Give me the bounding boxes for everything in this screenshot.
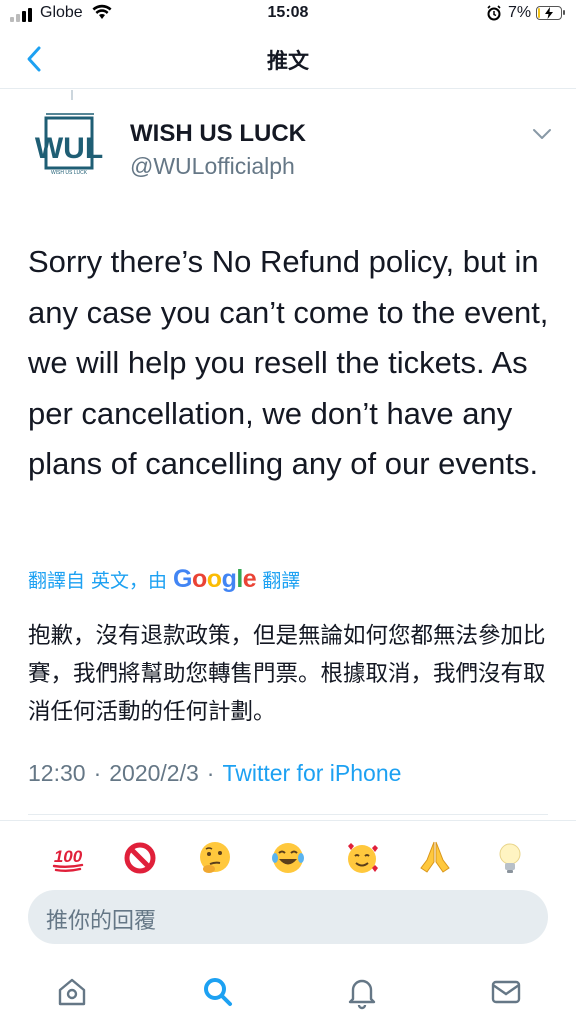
meta-separator: · xyxy=(93,760,102,786)
navigation-bar: 推文 xyxy=(0,30,576,89)
hundred-points-emoji[interactable]: 100 xyxy=(48,838,88,878)
battery-percentage: 7% xyxy=(508,4,532,21)
author-name[interactable]: WISH US LUCK xyxy=(130,120,306,148)
thread-connector xyxy=(71,90,73,100)
folded-hands-emoji[interactable] xyxy=(415,838,455,878)
translate-prefix: 翻譯自 英文，由 xyxy=(28,570,168,592)
quick-reactions: 100 xyxy=(0,838,576,878)
tweet-date: 2020/2/3 xyxy=(109,760,199,786)
home-icon[interactable] xyxy=(52,972,92,1012)
thinking-face-emoji[interactable] xyxy=(195,838,235,878)
reply-placeholder: 推你的回覆 xyxy=(46,909,157,934)
light-bulb-emoji[interactable] xyxy=(490,838,530,878)
avatar-logo-text: WUL xyxy=(35,132,103,165)
reply-input[interactable]: 推你的回覆 xyxy=(28,890,548,944)
meta-separator: · xyxy=(206,760,215,786)
translation-attribution[interactable]: 翻譯自 英文，由 Google 翻譯 xyxy=(28,565,300,594)
translate-suffix: 翻譯 xyxy=(262,570,301,592)
battery-icon xyxy=(536,6,565,20)
tweet-time: 12:30 xyxy=(28,760,86,786)
avatar-logo-subtext: WISH US LUCK xyxy=(51,170,88,176)
avatar[interactable]: WUL WISH US LUCK xyxy=(28,110,108,190)
translated-text: 抱歉，沒有退款政策，但是無論如何您都無法參加比賽，我們將幫助您轉售門票。根據取消… xyxy=(28,623,546,725)
svg-text:100: 100 xyxy=(54,847,83,866)
tears-of-joy-emoji[interactable] xyxy=(268,838,308,878)
divider xyxy=(28,814,548,815)
smiling-face-with-hearts-emoji[interactable] xyxy=(342,838,382,878)
google-logo: Google xyxy=(173,565,257,593)
page-title: 推文 xyxy=(267,49,309,73)
messages-icon[interactable] xyxy=(486,972,526,1012)
tab-bar xyxy=(0,960,576,1024)
divider xyxy=(0,820,576,821)
status-bar: Globe 15:08 7% xyxy=(0,0,576,30)
chevron-down-icon[interactable] xyxy=(530,126,554,146)
tweet-text: Sorry there’s No Refund policy, but in a… xyxy=(28,244,549,481)
author-handle[interactable]: @WULofficialph xyxy=(130,153,295,180)
search-icon[interactable] xyxy=(198,972,238,1012)
alarm-icon xyxy=(486,5,502,25)
tweet-meta: 12:30 · 2020/2/3 · Twitter for iPhone xyxy=(28,760,401,787)
notifications-icon[interactable] xyxy=(342,972,382,1012)
tweet-source-link[interactable]: Twitter for iPhone xyxy=(222,760,401,787)
prohibited-emoji[interactable] xyxy=(120,838,160,878)
